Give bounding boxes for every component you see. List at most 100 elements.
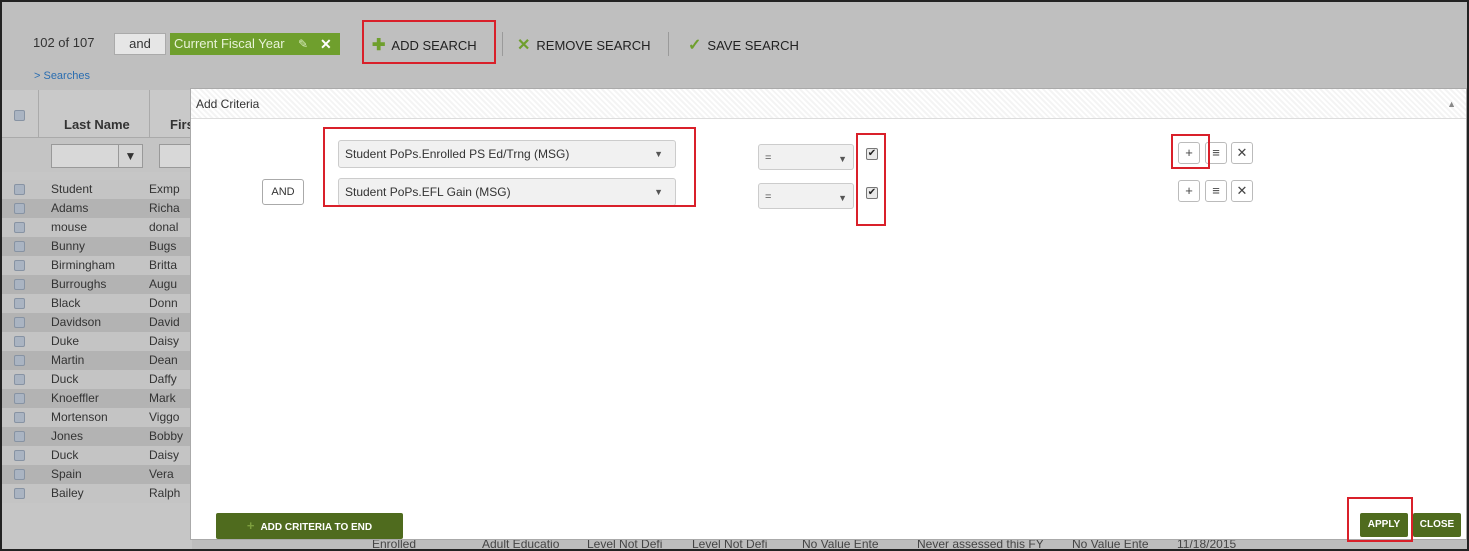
plus-icon: + <box>246 518 255 533</box>
first-name-cell: Mark <box>149 391 176 405</box>
row-checkbox[interactable] <box>14 374 25 385</box>
operator-select-1[interactable]: = ▼ <box>758 144 854 170</box>
table-cell: Never assessed this FY <box>917 540 1044 549</box>
first-name-cell: Ralph <box>149 486 181 500</box>
operator-value: = <box>765 191 772 203</box>
close-button[interactable]: CLOSE <box>1413 513 1461 537</box>
last-name-cell: Knoeffler <box>51 391 99 405</box>
last-name-cell: Birmingham <box>51 258 116 272</box>
last-name-filter-input[interactable]: ▼ <box>51 144 143 168</box>
add-criteria-to-end-button[interactable]: + ADD CRITERIA TO END <box>216 513 403 539</box>
first-name-cell: Daisy <box>149 448 180 462</box>
pencil-icon[interactable]: ✎ <box>298 33 308 55</box>
first-name-cell: Daffy <box>149 372 177 386</box>
filter-icon[interactable]: ▼ <box>118 145 142 167</box>
table-row[interactable]: Bailey Ralph <box>2 484 192 503</box>
insert-icon: ≡ <box>1212 183 1220 198</box>
table-header: Last Name First <box>2 90 198 138</box>
table-row[interactable]: Student Exmp <box>2 180 192 199</box>
row-checkbox[interactable] <box>14 450 25 461</box>
select-all-checkbox[interactable] <box>14 110 25 121</box>
record-count: 102 of 107 <box>33 35 95 50</box>
highlight-box <box>323 127 696 207</box>
dialog-title: Add Criteria <box>196 97 260 111</box>
delete-criteria-button-2[interactable]: ✕ <box>1231 180 1253 202</box>
add-criteria-button-2[interactable]: + <box>1178 180 1200 202</box>
insert-criteria-button-2[interactable]: ≡ <box>1205 180 1227 202</box>
table-row[interactable]: Martin Dean <box>2 351 192 370</box>
operator-value: = <box>765 152 772 164</box>
delete-criteria-button-1[interactable]: ✕ <box>1231 142 1253 164</box>
column-divider <box>38 90 39 138</box>
table-row[interactable]: Mortenson Viggo <box>2 408 192 427</box>
logic-and-chip[interactable]: and <box>114 33 166 55</box>
table-body: Student Exmp Adams Richa mouse donal Bunny Bugs… <box>2 180 192 503</box>
column-header-last-name[interactable]: Last Name <box>64 117 130 132</box>
and-connector-button[interactable]: AND <box>262 179 304 205</box>
row-checkbox[interactable] <box>14 317 25 328</box>
highlight-box <box>1347 497 1413 542</box>
table-row[interactable]: Burroughs Augu <box>2 275 192 294</box>
table-row[interactable]: Knoeffler Mark <box>2 389 192 408</box>
table-row[interactable]: Bunny Bugs <box>2 237 192 256</box>
table-cell: Level Not Defi <box>692 540 768 549</box>
table-row[interactable]: Black Donn <box>2 294 192 313</box>
table-row[interactable]: Duck Daisy <box>2 446 192 465</box>
row-checkbox[interactable] <box>14 469 25 480</box>
remove-x-icon[interactable]: ✕ <box>320 33 332 55</box>
row-checkbox[interactable] <box>14 412 25 423</box>
filter-row: ▼ <box>2 138 199 172</box>
remove-x-icon: ✕ <box>517 37 531 54</box>
first-name-cell: Britta <box>149 258 178 272</box>
add-criteria-to-end-label: ADD CRITERIA TO END <box>260 522 373 533</box>
table-row[interactable]: Birmingham Britta <box>2 256 192 275</box>
searches-link[interactable]: > Searches <box>34 70 90 82</box>
row-checkbox[interactable] <box>14 279 25 290</box>
column-divider <box>149 90 150 138</box>
insert-icon: ≡ <box>1212 145 1220 160</box>
chevron-down-icon: ▼ <box>838 154 847 164</box>
first-name-cell: Bobby <box>149 429 184 443</box>
filter-chip-fiscal-year[interactable]: Current Fiscal Year ✎ ✕ <box>170 33 340 55</box>
table-cell: Adult Educatio <box>482 540 560 549</box>
row-checkbox[interactable] <box>14 336 25 347</box>
first-name-cell: Bugs <box>149 239 177 253</box>
close-icon: ✕ <box>1236 183 1248 198</box>
save-search-button[interactable]: ✓ SAVE SEARCH <box>688 35 799 55</box>
check-icon: ✓ <box>688 37 702 54</box>
row-checkbox[interactable] <box>14 203 25 214</box>
row-checkbox[interactable] <box>14 241 25 252</box>
row-checkbox[interactable] <box>14 184 25 195</box>
highlight-box <box>856 133 886 226</box>
remove-search-button[interactable]: ✕ REMOVE SEARCH <box>517 35 651 55</box>
row-checkbox[interactable] <box>14 431 25 442</box>
remove-search-label: REMOVE SEARCH <box>536 37 651 53</box>
row-checkbox[interactable] <box>14 222 25 233</box>
last-name-cell: Duke <box>51 334 80 348</box>
row-checkbox[interactable] <box>14 393 25 404</box>
table-row[interactable]: Davidson David <box>2 313 192 332</box>
row-checkbox[interactable] <box>14 488 25 499</box>
search-toolbar: 102 of 107 and Current Fiscal Year ✎ ✕ ✚… <box>2 2 1467 90</box>
table-row[interactable]: Spain Vera <box>2 465 192 484</box>
first-name-cell: Richa <box>149 201 180 215</box>
first-name-cell: Augu <box>149 277 178 291</box>
last-name-cell: Bunny <box>51 239 86 253</box>
table-row[interactable]: Duke Daisy <box>2 332 192 351</box>
row-checkbox[interactable] <box>14 260 25 271</box>
caret-up-icon[interactable]: ▲ <box>1447 89 1456 119</box>
table-cell: No Value Ente <box>1072 540 1149 549</box>
table-row[interactable]: Duck Daffy <box>2 370 192 389</box>
row-checkbox[interactable] <box>14 355 25 366</box>
row-checkbox[interactable] <box>14 298 25 309</box>
last-name-cell: Duck <box>51 448 79 462</box>
toolbar-divider <box>502 32 503 56</box>
table-row[interactable]: mouse donal <box>2 218 192 237</box>
table-row[interactable]: Jones Bobby <box>2 427 192 446</box>
operator-select-2[interactable]: = ▼ <box>758 183 854 209</box>
table-cell: Level Not Defi <box>587 540 663 549</box>
table-cell: Enrolled <box>372 540 417 549</box>
table-row[interactable]: Adams Richa <box>2 199 192 218</box>
save-search-label: SAVE SEARCH <box>707 37 799 53</box>
first-name-cell: Exmp <box>149 182 180 196</box>
